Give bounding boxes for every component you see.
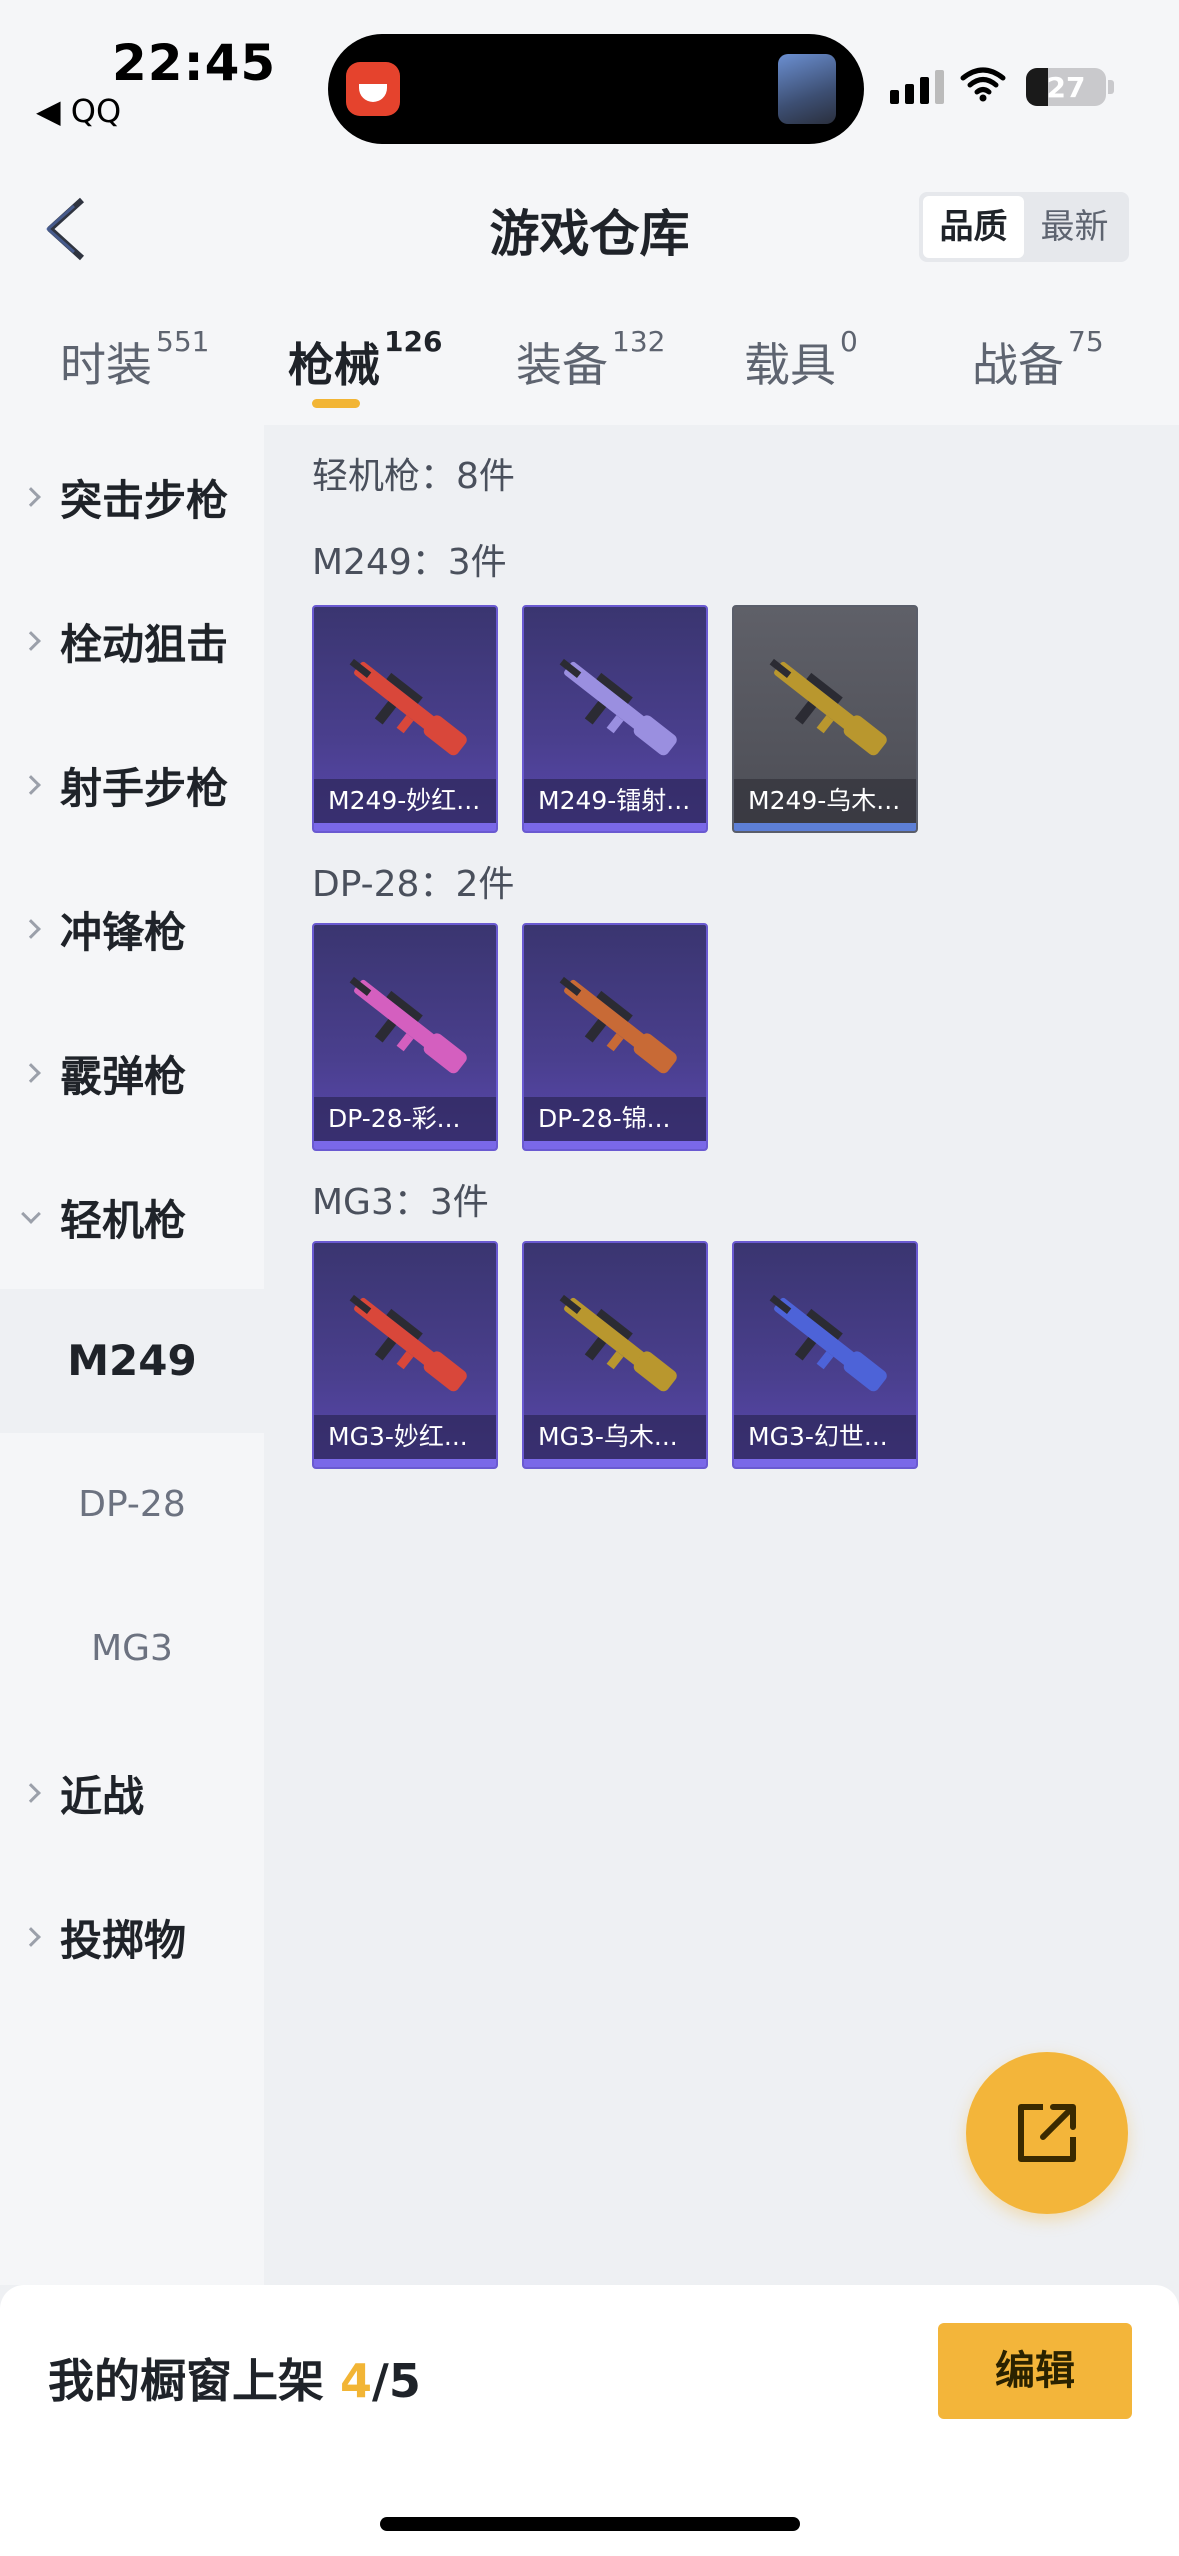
share-button[interactable]	[966, 2052, 1128, 2214]
tab-gear[interactable]: 战备 75	[972, 325, 1104, 395]
app-icon	[346, 62, 400, 116]
weapon-card[interactable]: MG3-乌木...	[522, 1241, 708, 1469]
status-bar: 22:45 ◀ QQ 27	[0, 0, 1179, 160]
weapon-card-label: MG3-乌木...	[524, 1415, 706, 1459]
tab-count: 75	[1068, 325, 1104, 358]
weapon-card-label: MG3-妙红...	[314, 1415, 496, 1459]
weapon-card-label: M249-乌木...	[734, 779, 916, 823]
weapon-list: 轻机枪：8件 M249：3件 M249-妙红... M249-镭射... M24…	[264, 425, 1179, 2285]
active-tab-indicator	[312, 399, 360, 408]
sidebar-item-melee[interactable]: 近战	[0, 1721, 264, 1865]
sidebar-item-lmg[interactable]: 轻机枪	[0, 1145, 264, 1289]
sort-latest-button[interactable]: 最新	[1024, 196, 1125, 258]
sidebar-subitem-m249[interactable]: M249	[0, 1289, 264, 1433]
weapon-card[interactable]: MG3-妙红...	[312, 1241, 498, 1469]
tab-count: 126	[384, 325, 443, 358]
tab-vehicles[interactable]: 载具 0	[744, 325, 858, 395]
weapon-image	[349, 658, 467, 756]
chevron-right-icon	[21, 487, 41, 507]
chevron-down-icon	[21, 1204, 41, 1224]
showcase-count: 4	[340, 2354, 373, 2408]
chevron-right-icon	[21, 631, 41, 651]
share-icon	[1018, 2104, 1076, 2162]
category-title: 轻机枪：8件	[312, 456, 515, 497]
dynamic-island	[328, 34, 864, 144]
sidebar-item-smg[interactable]: 冲锋枪	[0, 857, 264, 1001]
weapon-image	[769, 658, 887, 756]
weapon-image	[769, 1294, 887, 1392]
weapon-card-label: M249-镭射...	[524, 779, 706, 823]
category-tabs: 时装 551 枪械 126 装备 132 载具 0 战备 75	[0, 295, 1179, 425]
weapon-image	[559, 976, 677, 1074]
tab-equipment[interactable]: 装备 132	[516, 325, 665, 395]
sidebar-subitem-dp28[interactable]: DP-28	[0, 1433, 264, 1577]
status-time: 22:45	[112, 34, 277, 92]
tab-count: 551	[156, 325, 210, 358]
tab-count: 0	[840, 325, 858, 358]
nav-bar: 游戏仓库 品质 最新	[0, 160, 1179, 295]
weapon-card-label: MG3-幻世...	[734, 1415, 916, 1459]
battery-percent: 27	[1046, 71, 1086, 104]
weapon-card[interactable]: M249-妙红...	[312, 605, 498, 833]
weapon-image	[349, 1294, 467, 1392]
sort-quality-button[interactable]: 品质	[923, 196, 1024, 258]
tab-guns[interactable]: 枪械 126	[288, 325, 442, 395]
back-to-app-link[interactable]: ◀ QQ	[36, 92, 121, 130]
edit-button[interactable]: 编辑	[938, 2323, 1132, 2419]
showcase-status: 我的橱窗上架 4/5	[48, 2354, 421, 2408]
sidebar-item-shotgun[interactable]: 霰弹枪	[0, 1001, 264, 1145]
weapon-card[interactable]: DP-28-锦...	[522, 923, 708, 1151]
sidebar-item-marksman-rifle[interactable]: 射手步枪	[0, 713, 264, 857]
battery-icon: 27	[1026, 68, 1106, 106]
weapon-card[interactable]: DP-28-彩...	[312, 923, 498, 1151]
showcase-bar: 我的橱窗上架 4/5 编辑	[0, 2285, 1179, 2556]
weapon-card-label: DP-28-彩...	[314, 1097, 496, 1141]
sort-toggle: 品质 最新	[919, 192, 1129, 262]
battery-tip	[1108, 80, 1114, 94]
sidebar-item-throwables[interactable]: 投掷物	[0, 1865, 264, 2009]
chevron-right-icon	[21, 1783, 41, 1803]
home-indicator[interactable]	[380, 2517, 800, 2531]
weapon-card[interactable]: M249-乌木...	[732, 605, 918, 833]
wifi-icon	[960, 67, 1006, 102]
group-title-m249: M249：3件	[312, 542, 507, 583]
chevron-right-icon	[21, 1063, 41, 1083]
group-title-dp28: DP-28：2件	[312, 864, 515, 905]
sidebar-item-assault-rifle[interactable]: 突击步枪	[0, 425, 264, 569]
weapon-card[interactable]: MG3-幻世...	[732, 1241, 918, 1469]
weapon-type-sidebar: 突击步枪 栓动狙击 射手步枪 冲锋枪 霰弹枪 轻机枪 M249 DP-28 MG…	[0, 425, 264, 2285]
weapon-image	[559, 1294, 677, 1392]
weapon-image	[559, 658, 677, 756]
cellular-signal-icon	[890, 70, 944, 104]
group-title-mg3: MG3：3件	[312, 1182, 489, 1223]
weapon-card-label: M249-妙红...	[314, 779, 496, 823]
tab-count: 132	[612, 325, 666, 358]
sidebar-item-bolt-sniper[interactable]: 栓动狙击	[0, 569, 264, 713]
chevron-right-icon	[21, 919, 41, 939]
sidebar-subitem-mg3[interactable]: MG3	[0, 1577, 264, 1721]
weapon-card-label: DP-28-锦...	[524, 1097, 706, 1141]
weapon-card[interactable]: M249-镭射...	[522, 605, 708, 833]
chevron-right-icon	[21, 775, 41, 795]
tab-fashion[interactable]: 时装 551	[60, 325, 209, 395]
chevron-right-icon	[21, 1927, 41, 1947]
game-thumbnail-icon	[778, 54, 836, 124]
weapon-image	[349, 976, 467, 1074]
